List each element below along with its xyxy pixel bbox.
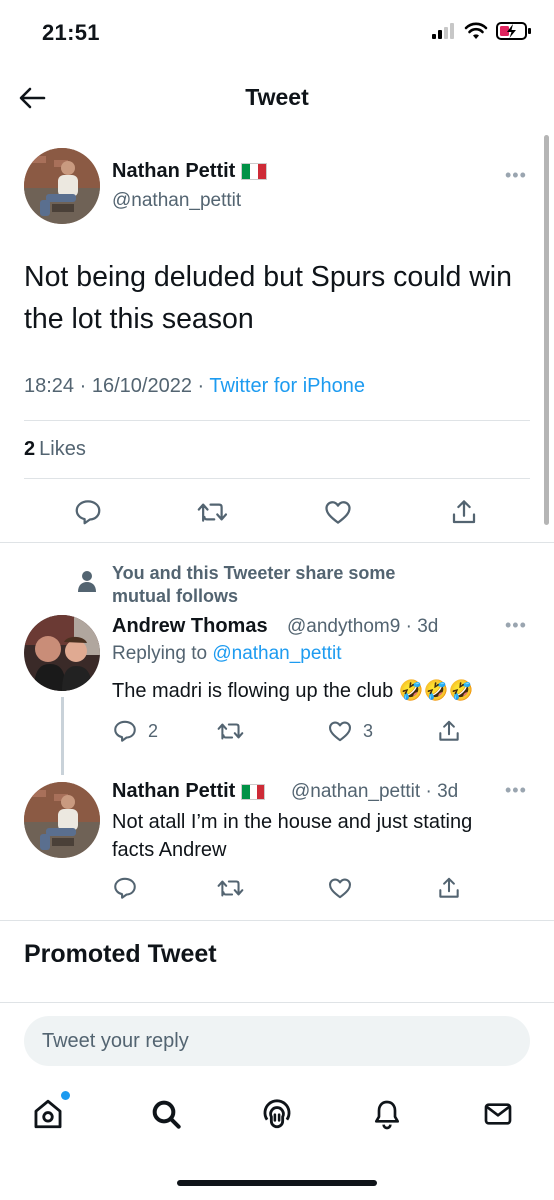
reply-icon bbox=[114, 720, 136, 742]
tweet-meta: 18:24 · 16/10/2022 · Twitter for iPhone bbox=[24, 375, 365, 398]
reply-icon bbox=[114, 877, 136, 899]
tweet-time: 18:24 bbox=[24, 375, 75, 397]
status-time: 21:51 bbox=[42, 20, 100, 45]
share-button[interactable] bbox=[436, 718, 462, 744]
reply-age: 3d bbox=[437, 781, 459, 802]
home-icon bbox=[34, 1099, 62, 1129]
like-count: 3 bbox=[363, 720, 374, 741]
reply-author-name[interactable]: Andrew Thomas bbox=[112, 615, 268, 638]
reply-author-name-text: Nathan Pettit bbox=[112, 780, 236, 802]
replying-to-label: Replying to bbox=[112, 643, 208, 664]
retweet-icon bbox=[217, 723, 244, 740]
section-divider bbox=[0, 542, 554, 543]
author-name-text: Nathan Pettit bbox=[112, 160, 236, 182]
share-icon bbox=[439, 720, 459, 741]
italy-flag-icon bbox=[241, 163, 268, 180]
retweet-icon bbox=[217, 880, 244, 897]
tab-messages[interactable] bbox=[478, 1094, 518, 1134]
replying-to: Replying to @nathan_pettit bbox=[112, 643, 342, 665]
section-divider bbox=[0, 920, 554, 921]
home-notification-dot bbox=[61, 1091, 70, 1100]
mutual-follows-note: You and this Tweeter share some mutual f… bbox=[112, 563, 396, 606]
meta-separator: · bbox=[400, 616, 418, 637]
home-indicator bbox=[177, 1180, 377, 1186]
reply-age: 3d bbox=[417, 616, 439, 637]
likes-stat[interactable]: 2 Likes bbox=[24, 438, 86, 461]
section-divider bbox=[0, 1002, 554, 1003]
reply-author-handle[interactable]: @andythom9 bbox=[287, 616, 400, 637]
tweet-source-link[interactable]: Twitter for iPhone bbox=[209, 375, 365, 397]
meta-separator: · bbox=[79, 375, 92, 397]
share-button[interactable] bbox=[449, 497, 479, 527]
tab-spaces[interactable] bbox=[257, 1094, 297, 1134]
reply-author-name[interactable]: Nathan Pettit bbox=[112, 780, 266, 803]
author-name[interactable]: Nathan Pettit bbox=[112, 160, 268, 183]
search-icon bbox=[152, 1100, 181, 1129]
status-icons bbox=[432, 22, 532, 45]
tab-search[interactable] bbox=[146, 1094, 186, 1134]
more-options-button[interactable]: ••• bbox=[505, 780, 527, 801]
status-bar: 21:51 bbox=[0, 0, 554, 70]
notifications-icon bbox=[375, 1100, 399, 1130]
reply-icon bbox=[75, 500, 101, 525]
author-handle[interactable]: @nathan_pettit bbox=[112, 190, 241, 212]
retweet-button[interactable] bbox=[197, 497, 229, 527]
likes-label: Likes bbox=[39, 438, 86, 460]
like-button[interactable]: 3 bbox=[327, 718, 373, 744]
share-button[interactable] bbox=[436, 875, 462, 901]
main-tweet: Nathan Pettit @nathan_pettit ••• Not bei… bbox=[0, 130, 554, 542]
page-title: Tweet bbox=[245, 84, 309, 110]
tab-notifications[interactable] bbox=[367, 1094, 407, 1134]
meta-separator: · bbox=[197, 375, 210, 397]
promoted-tweet-heading: Promoted Tweet bbox=[24, 940, 217, 968]
heart-icon bbox=[325, 501, 351, 524]
retweet-button[interactable] bbox=[217, 875, 245, 901]
avatar[interactable] bbox=[24, 148, 100, 224]
reply-text: Not atall I’m in the house and just stat… bbox=[112, 808, 532, 864]
reply-button[interactable]: 2 bbox=[112, 718, 158, 744]
heart-icon bbox=[329, 721, 351, 742]
tweet-text: Not being deluded but Spurs could win th… bbox=[24, 261, 512, 335]
reply-text-line: facts Andrew bbox=[112, 839, 227, 861]
avatar[interactable] bbox=[24, 782, 100, 858]
reply-composer[interactable] bbox=[24, 1016, 530, 1066]
tweet-header: Tweet bbox=[0, 70, 554, 130]
reply-handle-line: @andythom9 · 3d bbox=[287, 616, 438, 638]
tweet-date: 16/10/2022 bbox=[91, 375, 192, 397]
share-icon bbox=[452, 500, 476, 524]
avatar[interactable] bbox=[24, 615, 100, 691]
bottom-tab-bar bbox=[0, 1080, 554, 1160]
tab-home[interactable] bbox=[28, 1091, 70, 1134]
retweet-icon bbox=[197, 503, 228, 522]
italy-flag-icon bbox=[241, 783, 266, 800]
reply-handle-line: @nathan_pettit · 3d bbox=[291, 781, 458, 803]
reply-text: The madri is flowing up the club 🤣🤣🤣 bbox=[112, 680, 474, 702]
divider bbox=[24, 420, 530, 421]
replying-to-link[interactable]: @nathan_pettit bbox=[212, 643, 341, 664]
more-options-button[interactable]: ••• bbox=[505, 165, 527, 186]
reply-button[interactable] bbox=[73, 497, 103, 527]
like-button[interactable] bbox=[327, 875, 353, 901]
like-button[interactable] bbox=[323, 497, 353, 527]
likes-count: 2 bbox=[24, 438, 36, 460]
thread-line bbox=[61, 697, 64, 775]
retweet-button[interactable] bbox=[217, 718, 245, 744]
reply-text-line: Not atall I’m in the house and just stat… bbox=[112, 811, 473, 833]
divider bbox=[24, 478, 530, 479]
meta-separator: · bbox=[420, 781, 438, 802]
more-options-button[interactable]: ••• bbox=[505, 615, 527, 636]
battery-charging-icon bbox=[496, 22, 532, 45]
reply-button[interactable] bbox=[112, 875, 138, 901]
reply-input[interactable] bbox=[24, 1016, 530, 1066]
spaces-icon bbox=[263, 1099, 291, 1129]
share-icon bbox=[439, 877, 459, 898]
mutual-follows-person-icon bbox=[77, 570, 97, 599]
reply-author-handle[interactable]: @nathan_pettit bbox=[291, 781, 420, 802]
wifi-icon bbox=[464, 22, 488, 45]
messages-icon bbox=[484, 1103, 512, 1125]
cellular-signal-icon bbox=[432, 23, 456, 44]
reply-count: 2 bbox=[148, 720, 159, 741]
heart-icon bbox=[329, 878, 351, 899]
